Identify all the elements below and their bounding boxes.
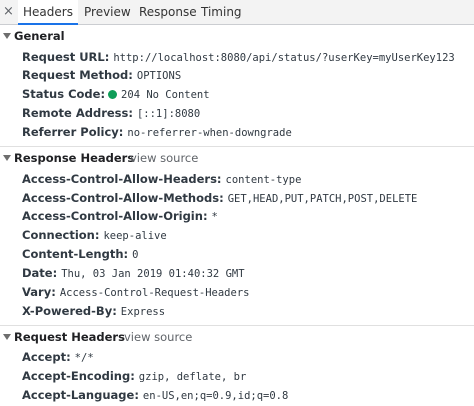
request-header-row: Accept-Encoding: gzip, deflate, br: [22, 367, 246, 386]
view-source-link[interactable]: view source: [124, 326, 192, 348]
header-value: content-type: [225, 174, 302, 186]
header-value: no-referrer-when-downgrade: [127, 127, 292, 139]
header-key: Request Method:: [22, 68, 133, 82]
header-key: Status Code:: [22, 87, 106, 101]
header-value: 0: [132, 249, 139, 261]
request-header-row: Accept-Language: en-US,en;q=0.9,id;q=0.8: [22, 386, 288, 405]
header-key: Referrer Policy:: [22, 125, 124, 139]
tab-timing-label: Timing: [201, 5, 242, 19]
header-value: Express: [120, 306, 166, 318]
response-header-row: Access-Control-Allow-Headers: content-typ…: [22, 170, 301, 189]
tab-response-label: Response: [139, 5, 197, 19]
view-source-link[interactable]: view source: [130, 147, 198, 169]
tab-bar: × Headers Preview Response Timing: [0, 0, 474, 25]
response-header-row: Access-Control-Allow-Methods: GET,HEAD,PU…: [22, 189, 417, 208]
general-section-title: General: [14, 29, 65, 43]
request-method-row: Request Method: OPTIONS: [22, 66, 181, 85]
header-key: Vary:: [22, 285, 56, 299]
response-header-row: Content-Length: 0: [22, 245, 138, 264]
header-key: Content-Length:: [22, 247, 129, 261]
tab-headers[interactable]: Headers: [18, 0, 78, 25]
response-header-row: X-Powered-By: Express: [22, 302, 165, 321]
header-value: en-US,en;q=0.9,id;q=0.8: [142, 390, 289, 402]
header-value: Thu, 03 Jan 2019 01:40:32 GMT: [61, 268, 245, 280]
response-header-row: Access-Control-Allow-Origin: *: [22, 207, 218, 226]
expand-triangle-icon: [3, 33, 11, 39]
response-headers-title: Response Headers: [14, 151, 135, 165]
remote-address-row: Remote Address: [::1]:8080: [22, 104, 200, 123]
header-key: Date:: [22, 266, 58, 280]
response-header-row: Connection: keep-alive: [22, 226, 167, 245]
request-url-row: Request URL: http://localhost:8080/api/st…: [22, 48, 455, 67]
header-value: OPTIONS: [136, 70, 182, 82]
tab-preview[interactable]: Preview: [84, 0, 131, 24]
header-key: Access-Control-Allow-Origin:: [22, 209, 208, 223]
header-key: Remote Address:: [22, 106, 133, 120]
request-headers-title: Request Headers: [14, 330, 125, 344]
request-header-row: Accept: */*: [22, 348, 94, 367]
tab-headers-label: Headers: [23, 5, 73, 19]
header-key: Accept-Encoding:: [22, 369, 135, 383]
request-headers-section-header[interactable]: Request Headers view source: [0, 326, 474, 348]
header-key: Access-Control-Allow-Methods:: [22, 191, 224, 205]
expand-triangle-icon: [3, 334, 11, 340]
header-value: keep-alive: [103, 230, 167, 242]
general-section-header[interactable]: General: [0, 25, 474, 47]
response-header-row: Vary: Access-Control-Request-Headers: [22, 283, 249, 302]
header-key: Access-Control-Allow-Headers:: [22, 172, 222, 186]
response-headers-section-header[interactable]: Response Headers view source: [0, 147, 474, 169]
header-key: Accept:: [22, 350, 71, 364]
header-value: GET,HEAD,PUT,PATCH,POST,DELETE: [227, 193, 418, 205]
status-code-row: Status Code: 204 No Content: [22, 85, 210, 104]
response-header-row: Date: Thu, 03 Jan 2019 01:40:32 GMT: [22, 264, 245, 283]
header-value: gzip, deflate, br: [138, 371, 247, 383]
expand-triangle-icon: [3, 155, 11, 161]
tab-response[interactable]: Response: [139, 0, 197, 24]
close-icon[interactable]: ×: [3, 0, 14, 24]
header-value: http://localhost:8080/api/status/?userKe…: [113, 52, 455, 64]
header-key: Request URL:: [22, 50, 110, 64]
header-value: Access-Control-Request-Headers: [59, 287, 250, 299]
header-key: X-Powered-By:: [22, 304, 117, 318]
tab-timing[interactable]: Timing: [201, 0, 242, 24]
header-value: *: [211, 211, 218, 223]
header-key: Accept-Language:: [22, 388, 139, 402]
header-value: */*: [74, 352, 94, 364]
tab-preview-label: Preview: [84, 5, 131, 19]
referrer-policy-row: Referrer Policy: no-referrer-when-downgra…: [22, 123, 292, 142]
status-dot-icon: [108, 90, 118, 99]
header-value: 204 No Content: [121, 89, 210, 101]
header-value: [::1]:8080: [136, 108, 201, 120]
header-key: Connection:: [22, 228, 100, 242]
